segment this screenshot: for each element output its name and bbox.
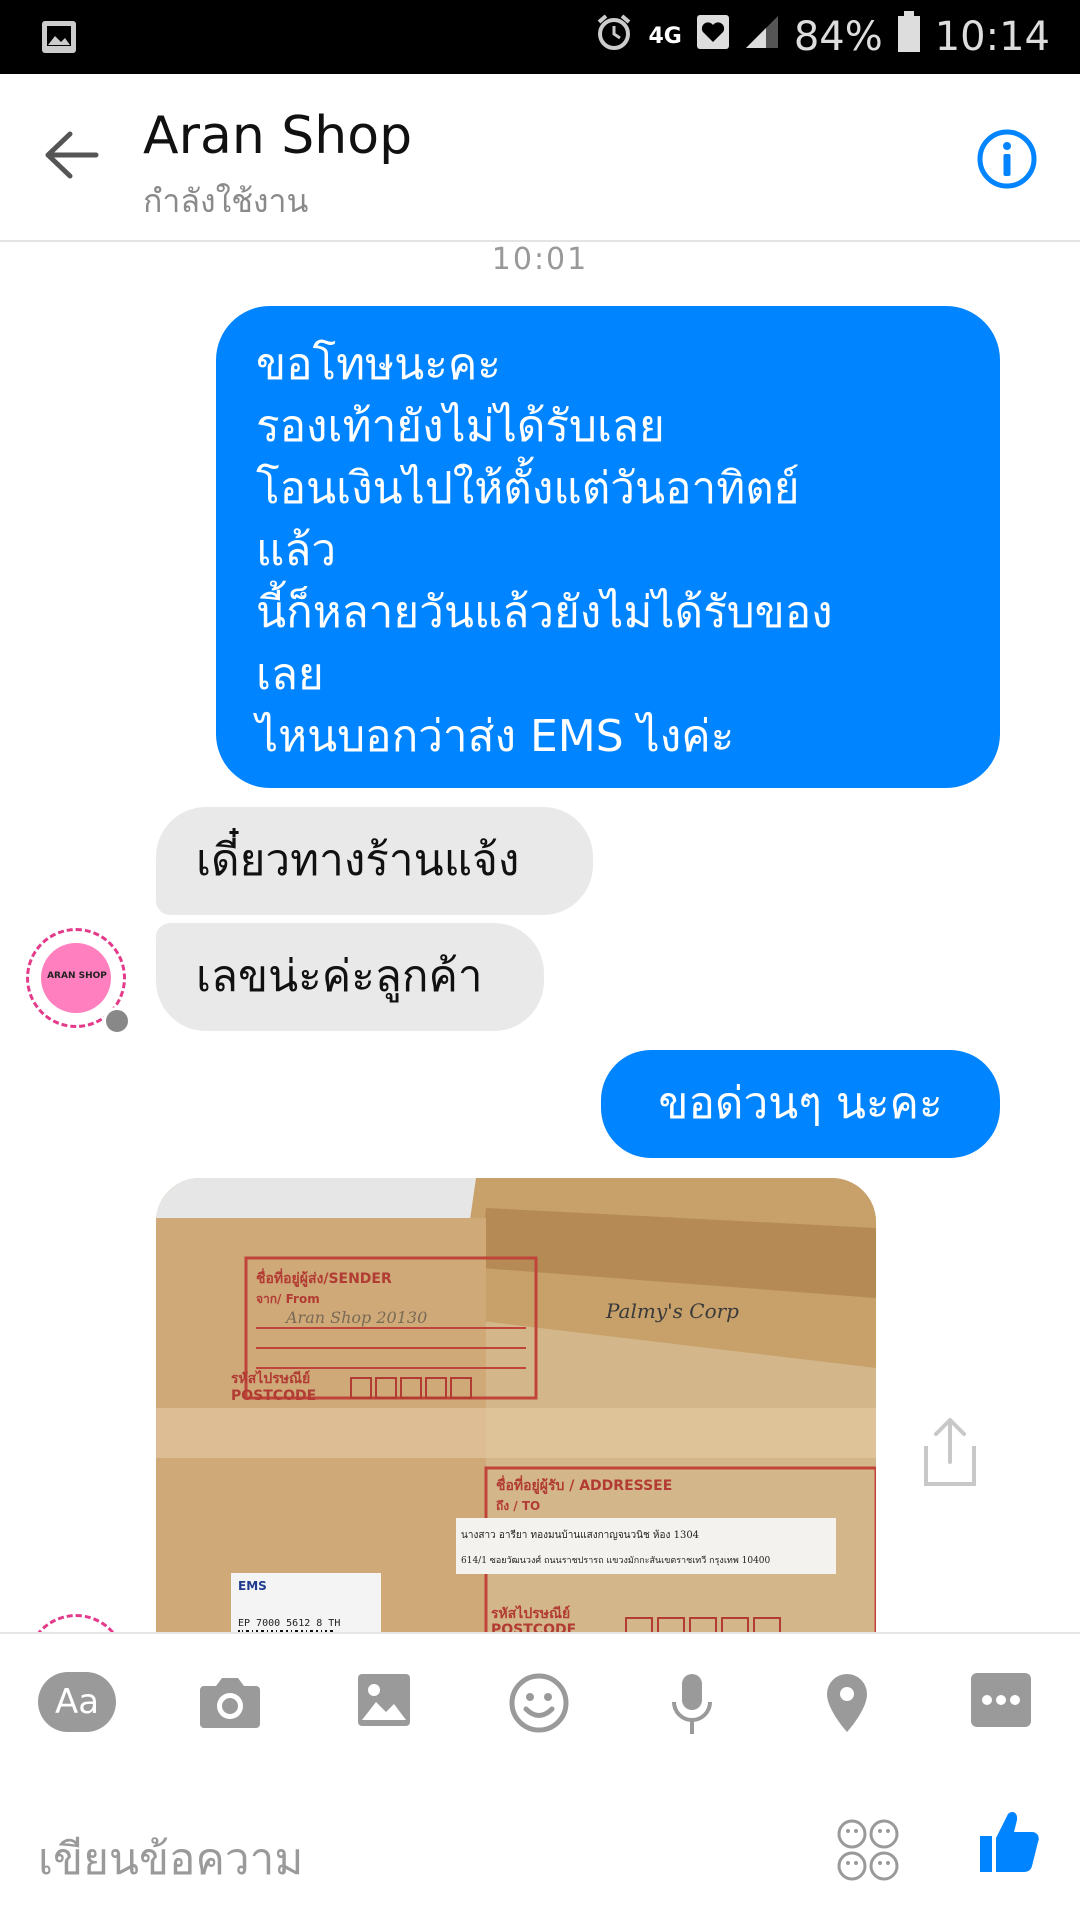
incoming-message[interactable]: เลขน่ะค่ะลูกค้า	[156, 923, 544, 1031]
alarm-icon	[594, 12, 634, 62]
postcode-label-en-2: POSTCODE	[491, 1622, 576, 1632]
heart-notification-icon	[696, 14, 730, 60]
conversation-title[interactable]: Aran Shop	[143, 106, 412, 166]
message-input[interactable]: เขียนข้อความ	[38, 1824, 303, 1894]
ems-label: EMS	[238, 1579, 267, 1593]
incoming-message[interactable]: เดี๋ยวทางร้านแจ้ง	[156, 807, 593, 915]
like-thumb-icon[interactable]	[978, 1808, 1040, 1878]
address-line-1: นางสาว อารียา ทองมนบ้านแสงกาญจนวนิช ห้อง…	[461, 1529, 699, 1541]
photo-message[interactable]: ชื่อที่อยู่ผู้ส่ง/SENDER จาก/ From Aran …	[156, 1178, 876, 1632]
shop-avatar-partial[interactable]	[26, 1614, 126, 1632]
shop-avatar[interactable]: ARAN SHOP	[26, 928, 131, 1035]
camera-icon[interactable]	[198, 1672, 262, 1736]
active-status: กำลังใช้งาน	[143, 182, 309, 220]
sticker-icon[interactable]	[836, 1818, 900, 1886]
more-options-icon[interactable]	[970, 1672, 1032, 1732]
message-timestamp: 10:01	[491, 242, 589, 277]
facebook-badge-icon	[103, 1007, 131, 1035]
handwritten-note: Palmy's Corp	[605, 1299, 739, 1323]
gallery-icon[interactable]	[356, 1672, 412, 1732]
outgoing-message[interactable]: ขอโทษนะคะ รองเท้ายังไม่ได้รับเลย โอนเงิน…	[216, 306, 1000, 788]
postcode-label-th-2: รหัสไปรษณีย์	[491, 1604, 570, 1622]
handwritten-from: Aran Shop 20130	[284, 1308, 427, 1327]
to-label: ถึง / TO	[496, 1499, 540, 1513]
addressee-label: ชื่อที่อยู่ผู้รับ / ADDRESSEE	[496, 1475, 672, 1494]
outgoing-message[interactable]: ขอด่วนๆ นะคะ	[601, 1050, 1000, 1158]
text-format-button[interactable]: Aa	[38, 1672, 116, 1732]
tracking-number: EP 7000 5612 8 TH	[238, 1618, 340, 1629]
address-line-2: 614/1 ซอยวัฒนวงศ์ ถนนราชปรารถ แขวงมักกะส…	[461, 1554, 771, 1566]
parcel-box-photo: ชื่อที่อยู่ผู้ส่ง/SENDER จาก/ From Aran …	[156, 1178, 876, 1632]
conversation-header: Aran Shop กำลังใช้งาน	[0, 74, 1080, 242]
share-icon[interactable]	[920, 1416, 980, 1492]
status-bar: 4G 84% 10:14	[0, 0, 1080, 74]
location-icon[interactable]	[824, 1672, 870, 1738]
from-label: จาก/ From	[256, 1292, 320, 1306]
postcode-label-en: POSTCODE	[231, 1388, 316, 1404]
clock: 10:14	[934, 14, 1050, 60]
network-type-label: 4G	[648, 24, 682, 49]
info-icon[interactable]	[976, 128, 1038, 194]
sender-label: ชื่อที่อยู่ผู้ส่ง/SENDER	[256, 1268, 392, 1287]
signal-icon	[744, 14, 780, 60]
shop-avatar-label: ARAN SHOP	[47, 971, 107, 981]
message-list[interactable]: 10:01 ขอโทษนะคะ รองเท้ายังไม่ได้รับเลย โ…	[0, 240, 1080, 1632]
emoji-icon[interactable]	[508, 1672, 570, 1738]
postcode-label-th: รหัสไปรษณีย์	[231, 1369, 310, 1387]
back-arrow-icon[interactable]	[44, 130, 100, 184]
microphone-icon[interactable]	[670, 1672, 714, 1740]
text-format-label: Aa	[38, 1672, 116, 1732]
message-composer: Aa เขียนข้อความ	[0, 1632, 1080, 1922]
gallery-notification-icon	[40, 18, 78, 60]
battery-icon	[897, 11, 921, 63]
battery-percent: 84%	[793, 14, 883, 60]
